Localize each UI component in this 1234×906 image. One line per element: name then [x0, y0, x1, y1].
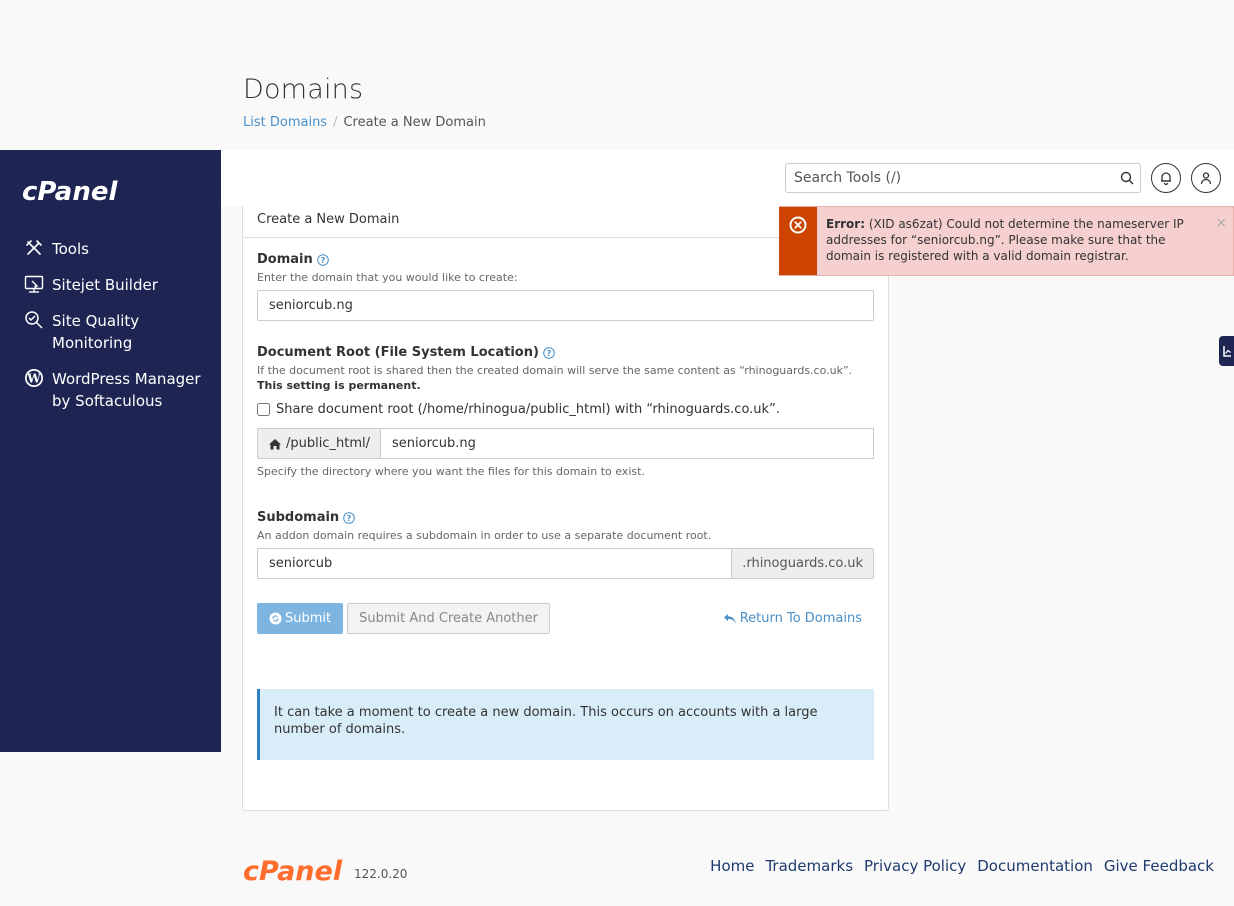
- sitejet-icon: [22, 274, 46, 294]
- domain-input[interactable]: [257, 290, 874, 321]
- info-notice: It can take a moment to create a new dom…: [257, 689, 874, 760]
- footer-link-trademarks[interactable]: Trademarks: [765, 857, 853, 875]
- side-panel-tab[interactable]: [1219, 336, 1234, 366]
- sidebar: cPanel Tools Sitejet Builder Site Qualit…: [0, 150, 221, 752]
- share-docroot-row[interactable]: Share document root (/home/rhinogua/publ…: [257, 402, 874, 417]
- sidebar-item-label: Sitejet Builder: [52, 276, 158, 294]
- help-icon[interactable]: ?: [316, 253, 329, 266]
- svg-text:cPanel: cPanel: [243, 856, 343, 884]
- return-to-domains-link[interactable]: Return To Domains: [723, 611, 862, 626]
- panel-body: Domain ? Enter the domain that you would…: [243, 252, 888, 634]
- document-root-hint: Specify the directory where you want the…: [257, 465, 645, 478]
- cpanel-version: 122.0.20: [354, 867, 408, 881]
- sidebar-item-tools[interactable]: Tools: [22, 238, 212, 260]
- document-root-help-text: If the document root is shared then the …: [257, 364, 853, 377]
- share-docroot-checkbox[interactable]: [257, 403, 270, 416]
- bell-icon: [1161, 172, 1171, 185]
- footer-link-privacy-policy[interactable]: Privacy Policy: [864, 857, 966, 875]
- svg-text:?: ?: [320, 256, 325, 265]
- svg-text:?: ?: [347, 514, 352, 523]
- page-header: Domains List Domains / Create a New Domain: [243, 74, 486, 130]
- subdomain-input-group: .rhinoguards.co.uk: [257, 548, 874, 579]
- sidebar-item-site-quality-monitoring[interactable]: Site Quality Monitoring: [22, 310, 212, 354]
- subdomain-suffix: .rhinoguards.co.uk: [732, 548, 874, 579]
- svg-text:cPanel: cPanel: [22, 177, 118, 206]
- sidebar-item-wordpress-manager[interactable]: W WordPress Manager by Softaculous: [22, 368, 212, 412]
- svg-text:W: W: [26, 372, 41, 386]
- footer-link-home[interactable]: Home: [710, 857, 754, 875]
- error-alert-title: Error:: [826, 217, 865, 231]
- footer-link-documentation[interactable]: Documentation: [977, 857, 1093, 875]
- submit-button[interactable]: Submit: [257, 603, 344, 634]
- return-arrow-icon: [723, 613, 736, 624]
- svg-text:?: ?: [547, 349, 552, 358]
- chart-icon: [1222, 346, 1231, 357]
- document-root-input[interactable]: [380, 428, 874, 459]
- subdomain-help-text: An addon domain requires a subdomain in …: [257, 529, 712, 542]
- help-icon[interactable]: ?: [343, 511, 356, 524]
- search-icon[interactable]: [1114, 171, 1140, 185]
- cpanel-footer-logo-icon: cPanel: [243, 856, 343, 884]
- top-bar: [221, 150, 1234, 206]
- footer-link-give-feedback[interactable]: Give Feedback: [1104, 857, 1214, 875]
- document-root-input-group: /public_html/: [257, 428, 874, 459]
- footer-links: Home Trademarks Privacy Policy Documenta…: [710, 857, 1214, 875]
- wordpress-icon: W: [22, 368, 46, 388]
- subdomain-input[interactable]: [257, 548, 733, 579]
- error-alert: Error: (XID as6zat) Could not determine …: [779, 206, 1234, 276]
- search-tools-box: [785, 163, 1141, 193]
- breadcrumb-separator: /: [333, 115, 338, 130]
- help-icon[interactable]: ?: [543, 346, 555, 359]
- permanent-setting-note: This setting is permanent.: [257, 379, 421, 392]
- submit-button-label: Submit: [285, 611, 332, 626]
- tools-icon: [22, 238, 46, 258]
- user-icon: [1200, 172, 1212, 185]
- user-menu-button[interactable]: [1191, 163, 1221, 193]
- sidebar-nav: Tools Sitejet Builder Site Quality Monit…: [22, 238, 212, 426]
- home-icon: [269, 438, 281, 449]
- cpanel-logo-icon: cPanel: [22, 177, 118, 207]
- search-tools-input[interactable]: [786, 164, 1114, 192]
- create-domain-panel: Create a New Domain Domain ? Enter the d…: [242, 206, 889, 811]
- page-title: Domains: [243, 74, 364, 105]
- close-icon[interactable]: ×: [1215, 215, 1227, 231]
- form-actions: Submit Submit And Create Another Return …: [257, 603, 874, 634]
- error-alert-text: (XID as6zat) Could not determine the nam…: [826, 217, 1184, 263]
- document-root-label-text: Document Root (File System Location): [257, 345, 539, 360]
- footer-logo[interactable]: cPanel 122.0.20: [243, 854, 407, 884]
- share-docroot-label: Share document root (/home/rhinogua/publ…: [276, 402, 780, 417]
- public-html-prefix: /public_html/: [257, 428, 380, 459]
- error-alert-side: [779, 207, 817, 275]
- error-alert-message: Error: (XID as6zat) Could not determine …: [817, 207, 1233, 275]
- site-quality-icon: [22, 310, 46, 330]
- breadcrumb-list-domains-link[interactable]: List Domains: [243, 115, 327, 130]
- subdomain-label: Subdomain ?: [257, 510, 874, 525]
- sidebar-item-label: Tools: [52, 240, 89, 258]
- sidebar-item-label: WordPress Manager by Softaculous: [52, 370, 201, 410]
- return-to-domains-label: Return To Domains: [739, 611, 862, 626]
- breadcrumb: List Domains / Create a New Domain: [243, 115, 486, 130]
- domain-label-text: Domain: [257, 252, 313, 267]
- sidebar-item-label: Site Quality Monitoring: [52, 312, 140, 352]
- submit-and-create-another-button[interactable]: Submit And Create Another: [347, 603, 550, 634]
- breadcrumb-current: Create a New Domain: [343, 115, 486, 130]
- error-icon: [789, 216, 807, 234]
- public-html-prefix-text: /public_html/: [286, 436, 370, 451]
- refresh-icon: [269, 612, 282, 625]
- cpanel-logo[interactable]: cPanel: [22, 176, 134, 210]
- sidebar-item-sitejet-builder[interactable]: Sitejet Builder: [22, 274, 212, 296]
- document-root-label: Document Root (File System Location) ?: [257, 345, 874, 360]
- subdomain-label-text: Subdomain: [257, 510, 340, 525]
- notifications-button[interactable]: [1151, 163, 1181, 193]
